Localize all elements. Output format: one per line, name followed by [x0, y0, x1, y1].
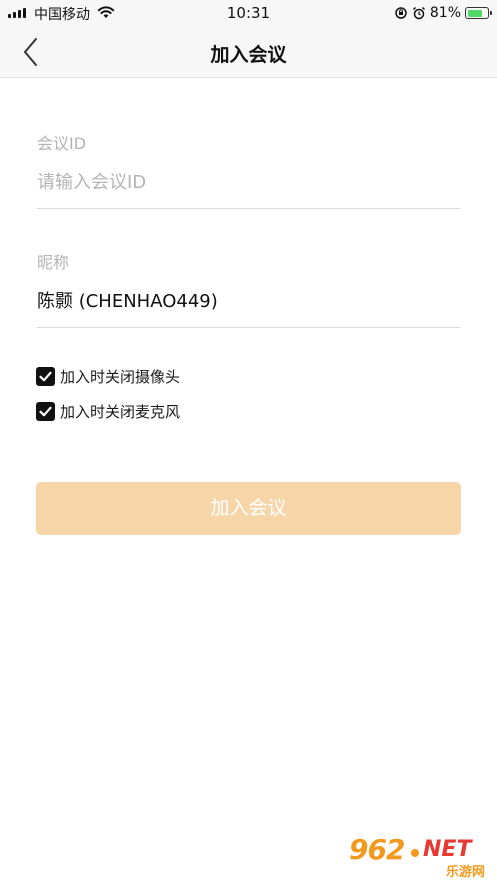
checkmark-icon: [39, 371, 52, 381]
battery-icon: [465, 7, 492, 19]
watermark-dot: [411, 849, 419, 857]
watermark-domain: NET: [423, 837, 472, 862]
meeting-id-label: 会议ID: [37, 134, 87, 153]
page-title: 加入会议: [210, 44, 287, 66]
option-disable-microphone[interactable]: 加入时关闭麦克风: [36, 400, 180, 422]
microphone-off-label: 加入时关闭麦克风: [60, 402, 181, 421]
watermark-number: 962: [349, 833, 405, 866]
nickname-input[interactable]: [37, 285, 461, 315]
join-meeting-button[interactable]: 加入会议: [36, 482, 461, 535]
meeting-id-input[interactable]: [37, 167, 461, 197]
meeting-id-divider: [37, 208, 461, 209]
site-watermark-logo: 962 NET 乐游网: [349, 833, 489, 880]
camera-off-label: 加入时关闭摄像头: [60, 367, 181, 386]
microphone-off-checkbox[interactable]: [36, 401, 55, 421]
checkmark-icon: [39, 406, 52, 416]
status-bar: 中国移动 10:31 81%: [0, 0, 497, 26]
navigation-bar: 加入会议: [0, 26, 497, 78]
alarm-icon: [412, 6, 425, 20]
watermark-subtitle: 乐游网: [445, 865, 485, 880]
battery-percent: 81%: [429, 5, 461, 21]
camera-off-checkbox[interactable]: [36, 366, 55, 386]
nickname-divider: [37, 327, 461, 328]
rotation-lock-icon: [395, 7, 407, 19]
nickname-label: 昵称: [37, 253, 70, 272]
option-disable-camera[interactable]: 加入时关闭摄像头: [36, 365, 180, 387]
